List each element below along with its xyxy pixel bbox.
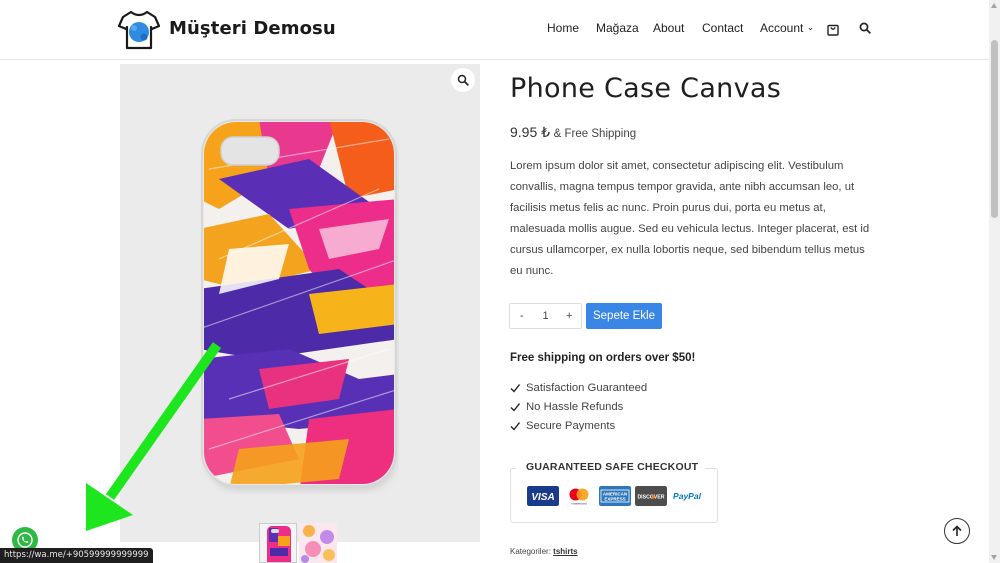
quantity-stepper: - 1 +: [509, 303, 582, 329]
product-gallery: [120, 64, 480, 542]
thumbnail-2[interactable]: [299, 523, 337, 563]
quantity-decrease-button[interactable]: -: [510, 304, 534, 328]
category-link[interactable]: tshirts: [553, 547, 577, 556]
visa-icon: VISA: [527, 486, 559, 506]
product-description: Lorem ipsum dolor sit amet, consectetur …: [510, 160, 870, 277]
product-image[interactable]: [199, 119, 399, 494]
checkmark-icon: [510, 422, 520, 431]
quantity-input[interactable]: 1: [534, 304, 558, 328]
product-title: Phone Case Canvas: [510, 73, 782, 104]
zoom-button[interactable]: [451, 68, 475, 92]
magnifier-icon: [457, 74, 469, 86]
nav-account-label: Account: [760, 21, 804, 35]
product-price: 9.95 ₺ & Free Shipping: [510, 124, 636, 141]
nav-item-shop[interactable]: Mağaza: [596, 21, 639, 35]
chevron-down-icon: ⌄: [806, 22, 815, 32]
nav-item-contact[interactable]: Contact: [702, 21, 743, 35]
arrow-up-icon: [952, 525, 962, 536]
site-title[interactable]: Müşteri Demosu: [169, 18, 336, 39]
page-scrollbar[interactable]: [989, 0, 1000, 563]
feature-label: Satisfaction Guaranteed: [526, 382, 648, 394]
discover-icon: DISCOVER: [635, 486, 667, 506]
thumbnail-1[interactable]: [259, 523, 297, 563]
nav-item-home[interactable]: Home: [547, 21, 579, 35]
scroll-to-top-button[interactable]: [944, 518, 970, 544]
categories-label: Kategoriler:: [510, 547, 551, 556]
quantity-increase-button[interactable]: +: [557, 304, 581, 328]
site-header: Müşteri Demosu Home Mağaza About Contact…: [0, 0, 989, 60]
paypal-icon: PayPal: [671, 486, 703, 506]
add-to-cart-button[interactable]: Sepete Ekle: [586, 303, 662, 329]
nav-item-account[interactable]: Account ⌄: [760, 21, 814, 35]
search-icon[interactable]: [859, 22, 871, 34]
status-bar-url: https://wa.me/+90599999999999: [0, 548, 153, 563]
scroll-up-arrow-icon[interactable]: [991, 3, 997, 8]
shipping-note: & Free Shipping: [553, 128, 637, 140]
svg-text:VISA: VISA: [531, 492, 554, 503]
amex-icon: AMERICAN EXPRESS: [599, 486, 631, 506]
safe-checkout-title: GUARANTEED SAFE CHECKOUT: [516, 461, 706, 473]
scrollbar-thumb[interactable]: [991, 40, 998, 218]
svg-text:EXPRESS: EXPRESS: [604, 497, 625, 502]
svg-text:DISCOVER: DISCOVER: [637, 495, 664, 501]
checkmark-icon: [510, 403, 520, 412]
list-item: Satisfaction Guaranteed: [510, 382, 647, 394]
svg-text:mastercard: mastercard: [571, 502, 586, 506]
cart-icon[interactable]: [827, 22, 839, 36]
nav-item-about[interactable]: About: [653, 21, 684, 35]
product-categories: Kategoriler: tshirts: [510, 547, 578, 556]
svg-text:PayPal: PayPal: [673, 491, 702, 501]
list-item: Secure Payments: [510, 420, 615, 432]
whatsapp-icon: [17, 532, 33, 548]
mastercard-icon: mastercard: [563, 486, 595, 506]
price-amount: 9.95 ₺: [510, 124, 551, 140]
checkmark-icon: [510, 384, 520, 393]
scroll-down-arrow-icon[interactable]: [991, 555, 997, 560]
free-shipping-banner: Free shipping on orders over $50!: [510, 352, 696, 364]
feature-label: No Hassle Refunds: [526, 401, 624, 413]
feature-label: Secure Payments: [526, 420, 616, 432]
tshirt-logo-icon[interactable]: [118, 8, 160, 52]
list-item: No Hassle Refunds: [510, 401, 623, 413]
